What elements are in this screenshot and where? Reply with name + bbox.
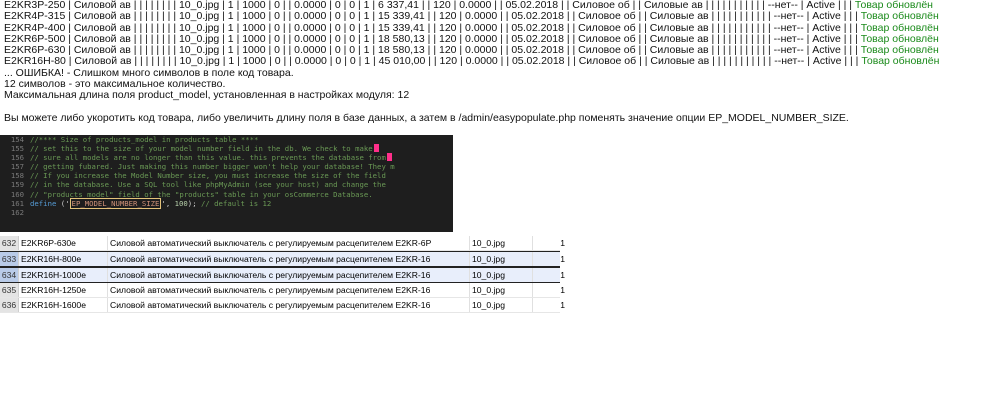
row-number: 632 [0,236,19,250]
cell-image: 10_0.jpg [470,268,533,282]
cell-image: 10_0.jpg [470,283,533,297]
cell-model: E2KR16H-800e [19,252,108,266]
row-number: 635 [0,283,19,297]
cell-model: E2KR16H-1250e [19,283,108,297]
line-number: 162 [10,207,24,217]
define-value: 100 [174,198,188,208]
cell-model: E2KR16H-1000e [19,268,108,282]
log-row-text: E2KR4P-315 | Силовой ав | | | | | | | | … [4,11,861,23]
log-row: E2KR6P-630 | Силовой ав | | | | | | | | … [4,45,1000,56]
log-row: E2KR6P-500 | Силовой ав | | | | | | | | … [4,34,1000,45]
define-line: 161 define (' EP_MODEL_NUMBER_SIZE ', 100)… [0,197,453,209]
define-open: (' [56,198,70,208]
cell-image: 10_0.jpg [470,236,533,250]
code-line: 154 //**** Size of products_model in prod… [0,135,453,144]
table-row-selected: 633 E2KR16H-800e Силовой автоматический … [0,251,565,267]
table-row: 632 E2KR6P-630e Силовой автоматический в… [0,236,565,251]
define-constant: EP_MODEL_NUMBER_SIZE [69,197,162,209]
log-row: E2KR4P-315 | Силовой ав | | | | | | | | … [4,11,1000,22]
cell-name: Силовой автоматический выключатель с рег… [108,298,470,312]
code-text: define (' EP_MODEL_NUMBER_SIZE ', 100); //… [30,197,272,209]
cell-qty: 1 [560,254,565,264]
log-row-text: E2KR6P-500 | Силовой ав | | | | | | | | … [4,33,861,45]
code-text: // If you increase the Model Number size… [30,171,386,181]
code-line: 158 // If you increase the Model Number s… [0,171,453,180]
log-row-status: Товар обновлён [861,56,940,68]
cell-name: Силовой автоматический выключатель с рег… [108,268,470,282]
line-number: 159 [10,180,24,190]
line-number: 158 [10,171,24,181]
cell-image: 10_0.jpg [470,298,533,312]
log-row: E2KR3P-250 | Силовой ав | | | | | | | | … [4,0,1000,11]
code-editor-screenshot: 154 //**** Size of products_model in prod… [0,135,453,232]
table-row: 635 E2KR16H-1250e Силовой автоматический… [0,283,565,298]
define-end: ); [187,198,197,208]
line-number: 156 [10,153,24,163]
log-row-text: E2KR16H-80 | Силовой ав | | | | | | | | … [4,56,862,68]
log-row-status: Товар обновлён [854,0,933,11]
line-number: 160 [10,189,24,199]
cell-qty: 1 [560,285,565,295]
cell-name: Силовой автоматический выключатель с рег… [108,236,470,250]
log-row-text: E2KR4P-400 | Силовой ав | | | | | | | | … [4,22,861,34]
cell-qty: 1 [560,238,565,248]
row-number: 636 [0,298,19,312]
cell-qty: 1 [560,270,565,280]
spreadsheet-screenshot: 632 E2KR6P-630e Силовой автоматический в… [0,236,565,313]
row-number: 634 [0,268,19,282]
log-row-status: Товар обновлён [860,45,939,57]
code-text: //**** Size of products_model in product… [30,135,259,144]
code-line: 155 // set this to the size of your model… [0,144,453,153]
row-number: 633 [0,252,19,266]
log-row-text: E2KR6P-630 | Силовой ав | | | | | | | | … [4,45,861,57]
cursor-marker [386,153,392,162]
cell-name: Силовой автоматический выключатель с рег… [108,283,470,297]
table-row-selected: 634 E2KR16H-1000e Силовой автоматический… [0,267,565,283]
code-text: // set this to the size of your model nu… [30,144,373,154]
log-row-status: Товар обновлён [860,33,939,45]
define-comment: // default is 12 [196,198,272,208]
code-text: // sure all models are no longer than th… [30,153,386,163]
cell-model: E2KR6P-630e [19,236,108,250]
code-line: 156 // sure all models are no longer than… [0,153,453,162]
line-number: 154 [10,135,24,144]
code-text: // getting fubared. Just making this num… [30,162,395,172]
cursor-marker [373,144,379,153]
log-row-status: Товар обновлён [860,22,939,34]
code-line: 159 // in the database. Use a SQL tool li… [0,180,453,189]
import-log: E2KR3P-250 | Силовой ав | | | | | | | | … [4,0,1000,124]
code-line: 160// "products_model" field of the "pro… [0,190,453,199]
module-setting-message: Максимальная длина поля product_model, у… [4,89,410,102]
line-number: 155 [10,144,24,154]
log-row-status: Товар обновлён [860,11,939,23]
define-keyword: define [30,198,57,208]
import-log-rows: E2KR3P-250 | Силовой ав | | | | | | | | … [4,0,1000,68]
line-number: 157 [10,162,24,172]
cell-name: Силовой автоматический выключатель с рег… [108,252,470,266]
cell-image: 10_0.jpg [470,252,533,266]
advice-message: Вы можете либо укоротить код товара, либ… [4,111,849,124]
log-row: E2KR4P-400 | Силовой ав | | | | | | | | … [4,23,1000,34]
code-line: 162 [0,208,453,217]
define-close: ', [161,198,175,208]
cell-model: E2KR16H-1600e [19,298,108,312]
code-text: // in the database. Use a SQL tool like … [30,180,386,190]
code-line: 157 // getting fubared. Just making this … [0,162,453,171]
log-row-text: E2KR3P-250 | Силовой ав | | | | | | | | … [4,0,855,11]
cell-qty: 1 [560,300,565,310]
table-row: 636 E2KR16H-1600e Силовой автоматический… [0,298,565,313]
line-number: 161 [10,198,24,208]
